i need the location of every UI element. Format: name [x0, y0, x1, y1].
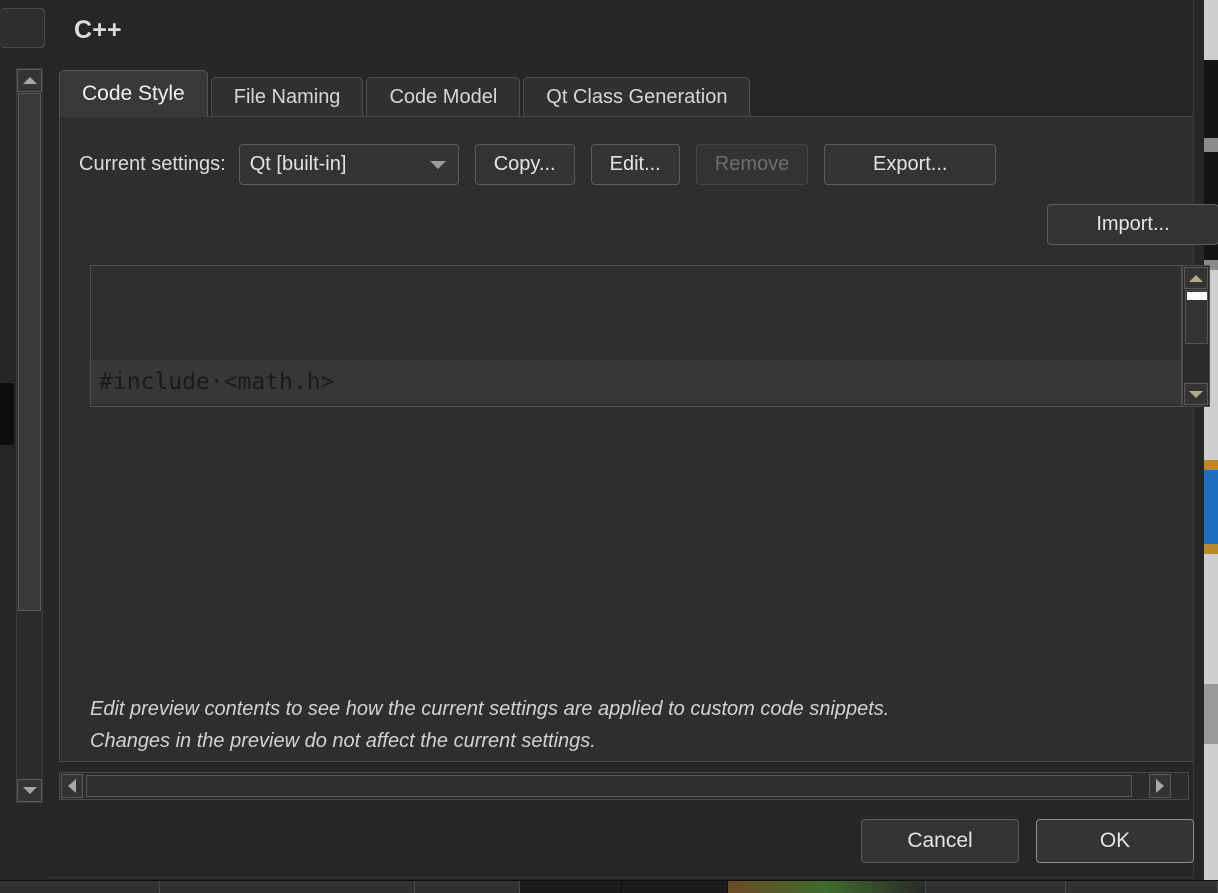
button-label: Remove: [714, 153, 790, 175]
triangle-up-icon: [22, 77, 37, 84]
button-label: Copy...: [493, 153, 556, 175]
scroll-right-button[interactable]: [1149, 774, 1171, 798]
tab-qt-class-generation[interactable]: Qt Class Generation: [523, 77, 751, 117]
scrollbar-thumb[interactable]: [1185, 290, 1208, 344]
current-settings-label: Current settings:: [79, 153, 226, 175]
panel-horizontal-scrollbar[interactable]: [59, 772, 1189, 800]
code-line: #include·<math.h>: [91, 360, 1181, 404]
dialog-footer: Cancel OK: [48, 805, 1194, 877]
options-tree-scrollbar[interactable]: [16, 68, 43, 803]
cpp-options-dialog: C++ Code Style File Naming Code Model Qt…: [48, 0, 1218, 878]
edit-button[interactable]: Edit...: [590, 144, 680, 185]
scrollbar-thumb[interactable]: [18, 93, 41, 611]
button-label: Import...: [1096, 213, 1170, 235]
options-filter-box[interactable]: [0, 8, 45, 48]
page-title: C++: [74, 16, 122, 44]
import-button[interactable]: Import...: [1047, 204, 1218, 245]
button-label: Export...: [872, 153, 948, 175]
triangle-right-icon: [1156, 779, 1164, 793]
cancel-button[interactable]: Cancel: [861, 819, 1019, 863]
button-label: Cancel: [907, 829, 973, 852]
button-label: Edit...: [609, 153, 661, 175]
code-preview-editor[interactable]: #include·<math.h> class·Complex { public…: [90, 265, 1182, 407]
scroll-down-button[interactable]: [1184, 383, 1208, 405]
tab-label: Code Style: [82, 82, 185, 105]
scroll-down-button[interactable]: [17, 779, 42, 802]
tab-bar: Code Style File Naming Code Model Qt Cla…: [59, 70, 753, 117]
button-label: OK: [1099, 829, 1131, 852]
hint-line-1: Edit preview contents to see how the cur…: [90, 698, 890, 720]
combo-selected-value: Qt [built-in]: [249, 153, 347, 175]
code-preview-area: #include·<math.h> class·Complex { public…: [90, 265, 1210, 411]
screen: C++ Code Style File Naming Code Model Qt…: [0, 0, 1218, 893]
tab-label: File Naming: [233, 86, 341, 108]
triangle-down-icon: [22, 787, 37, 794]
scrollbar-thumb-highlight: [1187, 292, 1207, 300]
scrollbar-thumb[interactable]: [86, 775, 1132, 797]
scroll-left-button[interactable]: [61, 774, 83, 798]
scroll-up-button[interactable]: [17, 69, 42, 92]
code-style-tab-panel: Current settings: Qt [built-in] Copy... …: [59, 116, 1218, 762]
tab-code-style[interactable]: Code Style: [59, 70, 208, 117]
copy-button[interactable]: Copy...: [474, 144, 575, 185]
remove-button: Remove: [695, 144, 809, 185]
current-settings-row: Current settings: Qt [built-in] Copy... …: [79, 144, 997, 185]
chevron-down-icon: [429, 160, 446, 169]
options-tree-selected-item[interactable]: [0, 383, 14, 445]
code-preview-text: #include·<math.h> class·Complex { public…: [91, 266, 1181, 406]
current-settings-combo[interactable]: Qt [built-in]: [238, 144, 459, 185]
tab-file-naming[interactable]: File Naming: [210, 77, 364, 117]
triangle-up-icon: [1189, 274, 1203, 282]
preview-hint-text: Edit preview contents to see how the cur…: [90, 693, 1218, 757]
options-left-panel: [0, 0, 48, 880]
tab-label: Code Model: [389, 86, 498, 108]
code-preview-scrollbar[interactable]: [1182, 265, 1210, 407]
triangle-down-icon: [1189, 390, 1203, 398]
export-button[interactable]: Export...: [824, 144, 997, 185]
triangle-left-icon: [68, 779, 76, 793]
hint-line-2: Changes in the preview do not affect the…: [90, 730, 596, 752]
background-taskbar: [0, 880, 1218, 893]
tab-code-model[interactable]: Code Model: [366, 77, 521, 117]
ok-button[interactable]: OK: [1036, 819, 1194, 863]
tab-label: Qt Class Generation: [546, 86, 728, 108]
scroll-up-button[interactable]: [1184, 267, 1208, 289]
